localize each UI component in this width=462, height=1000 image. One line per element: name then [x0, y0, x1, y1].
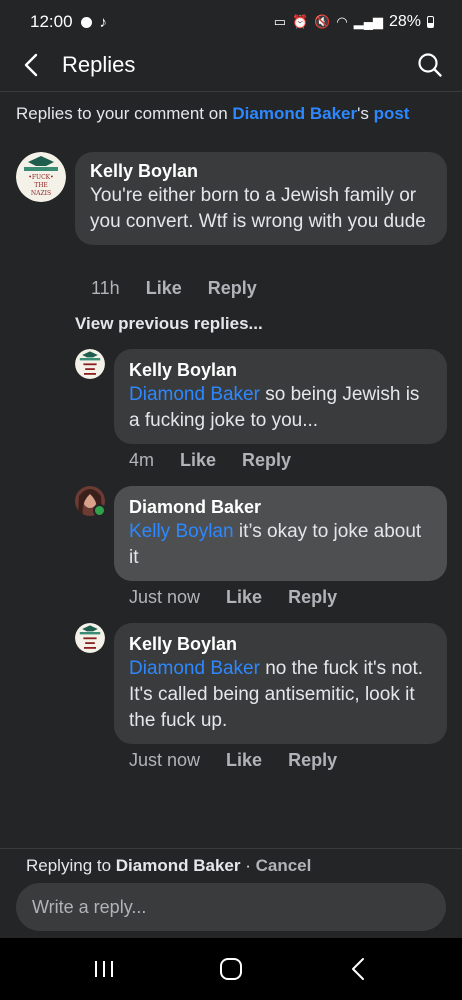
search-icon[interactable] — [416, 51, 444, 79]
mute-icon: 🔇 — [314, 14, 331, 29]
replying-name: Diamond Baker — [115, 856, 241, 875]
bed-icon: ▭ — [273, 14, 287, 29]
comment-timestamp: 11h — [91, 278, 120, 298]
system-nav-bar — [0, 938, 462, 1000]
comment-text: Diamond Baker so being Jewish is a fucki… — [129, 382, 433, 434]
context-post-link[interactable]: post — [374, 104, 410, 123]
comment-3: Diamond Baker Kelly Boylan it’s okay to … — [75, 486, 447, 581]
comment-text: You're either born to a Jewish family or… — [90, 183, 433, 235]
avatar[interactable] — [75, 623, 105, 653]
mention-link[interactable]: Diamond Baker — [129, 658, 260, 679]
reply-bar-divider — [0, 848, 462, 849]
comment-text: Diamond Baker no the fuck it's not. It's… — [129, 656, 433, 734]
avatar[interactable] — [75, 486, 106, 517]
reply-button[interactable]: Reply — [208, 278, 257, 299]
comment-1: •FUCK• THE NAZIS Kelly Boylan You're eit… — [16, 152, 447, 245]
replying-prefix: Replying to — [26, 856, 116, 875]
signal-icon: ▂▄▆ — [353, 14, 383, 29]
comment-4: Kelly Boylan Diamond Baker no the fuck i… — [75, 623, 447, 744]
comment-body: You're either born to a Jewish family or… — [90, 185, 426, 232]
like-button[interactable]: Like — [146, 278, 182, 299]
comment-text: Kelly Boylan it’s okay to joke about it — [129, 519, 433, 571]
comment-author[interactable]: Diamond Baker — [129, 495, 433, 519]
nav-back-icon[interactable] — [338, 949, 378, 989]
comment-author[interactable]: Kelly Boylan — [129, 358, 433, 382]
context-prefix: Replies to your comment on — [16, 104, 233, 123]
avatar-text-line2: THE — [34, 182, 48, 189]
comment-actions: Just now Like Reply — [129, 750, 337, 771]
online-status-icon — [93, 504, 106, 517]
comment-bubble[interactable]: Kelly Boylan You're either born to a Jew… — [75, 152, 447, 245]
comment-actions: 4m Like Reply — [129, 450, 291, 471]
recents-icon[interactable] — [84, 949, 124, 989]
mention-link[interactable]: Kelly Boylan — [129, 521, 234, 542]
replying-to: Replying to Diamond Baker · Cancel — [26, 856, 311, 876]
status-time: 12:00 — [30, 12, 73, 31]
view-previous-replies-link[interactable]: View previous replies... — [75, 314, 263, 334]
page-title: Replies — [62, 52, 136, 77]
comment-author[interactable]: Kelly Boylan — [90, 159, 433, 183]
like-button[interactable]: Like — [226, 750, 262, 771]
header-divider — [0, 91, 462, 92]
like-button[interactable]: Like — [180, 450, 216, 471]
cancel-button[interactable]: Cancel — [256, 856, 312, 875]
back-arrow-icon[interactable] — [18, 52, 44, 78]
comment-2: Kelly Boylan Diamond Baker so being Jewi… — [75, 349, 447, 444]
status-bar: 12:00 ♪ ▭ ⏰ 🔇 ◠ ▂▄▆ 28% — [0, 0, 462, 44]
avatar-text-line3: NAZIS — [31, 190, 51, 197]
comment-author[interactable]: Kelly Boylan — [129, 632, 433, 656]
comment-bubble[interactable]: Kelly Boylan Diamond Baker so being Jewi… — [114, 349, 447, 444]
avatar-text-line1: •FUCK• — [28, 174, 53, 181]
reply-input[interactable] — [16, 883, 446, 931]
comment-actions: Just now Like Reply — [129, 587, 337, 608]
comment-timestamp: Just now — [129, 587, 201, 607]
comment-timestamp: 4m — [129, 450, 155, 470]
home-icon[interactable] — [211, 949, 251, 989]
context-line: Replies to your comment on Diamond Baker… — [16, 104, 446, 124]
alarm-icon: ⏰ — [292, 14, 309, 29]
status-right: ▭ ⏰ 🔇 ◠ ▂▄▆ 28% — [274, 13, 434, 31]
battery-percent: 28% — [388, 13, 421, 30]
reply-button[interactable]: Reply — [288, 587, 337, 608]
wifi-icon: ◠ — [336, 14, 348, 29]
tiktok-icon: ♪ — [99, 13, 108, 31]
battery-icon — [427, 16, 434, 28]
comment-timestamp: Just now — [129, 750, 201, 770]
header: Replies — [0, 44, 462, 86]
replying-separator: · — [240, 856, 256, 875]
avatar[interactable] — [75, 349, 105, 379]
reply-button[interactable]: Reply — [288, 750, 337, 771]
mention-link[interactable]: Diamond Baker — [129, 384, 260, 405]
comment-bubble[interactable]: Diamond Baker Kelly Boylan it’s okay to … — [114, 486, 447, 581]
comment-bubble[interactable]: Kelly Boylan Diamond Baker no the fuck i… — [114, 623, 447, 744]
context-possessive: 's — [357, 104, 374, 123]
notification-dot-icon — [80, 16, 92, 28]
like-button[interactable]: Like — [226, 587, 262, 608]
reply-button[interactable]: Reply — [242, 450, 291, 471]
status-left: 12:00 ♪ — [30, 12, 107, 32]
avatar[interactable]: •FUCK• THE NAZIS — [16, 152, 66, 202]
context-person-link[interactable]: Diamond Baker — [232, 104, 357, 123]
comment-actions: 11h Like Reply — [91, 278, 257, 299]
